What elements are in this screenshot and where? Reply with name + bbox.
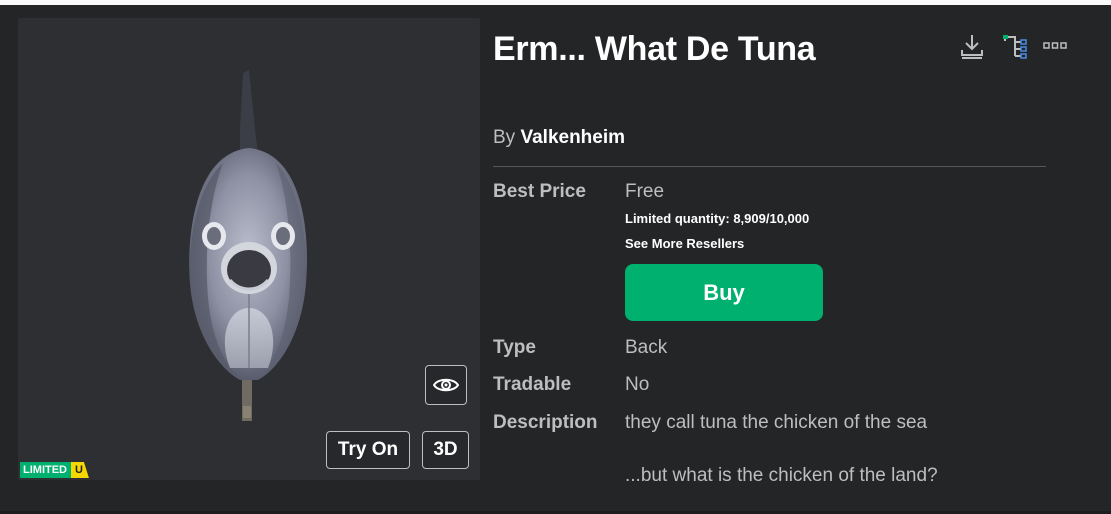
- preview-eye-button[interactable]: [425, 365, 467, 405]
- item-title: Erm... What De Tuna: [493, 30, 816, 68]
- limited-quantity-text: Limited quantity: 8,909/10,000: [625, 211, 810, 226]
- limited-unique-badge: LIMITED U: [20, 462, 89, 478]
- creator-byline: By Valkenheim: [493, 127, 625, 149]
- item-thumbnail-panel: Try On 3D LIMITED U: [18, 18, 480, 480]
- try-on-button[interactable]: Try On: [326, 431, 410, 469]
- tradable-value: No: [625, 374, 650, 395]
- hierarchy-icon[interactable]: [1001, 32, 1029, 60]
- tradable-label: Tradable: [493, 374, 572, 395]
- type-label: Type: [493, 337, 536, 358]
- by-label: By: [493, 127, 516, 148]
- 3d-view-button[interactable]: 3D: [422, 431, 469, 469]
- unique-badge-label: U: [71, 462, 89, 478]
- best-price-label: Best Price: [493, 181, 586, 202]
- price-value: Free: [625, 181, 665, 202]
- top-edge: [0, 0, 1111, 5]
- creator-link[interactable]: Valkenheim: [520, 127, 625, 148]
- buy-button[interactable]: Buy: [625, 264, 823, 321]
- see-more-resellers-link[interactable]: See More Resellers: [625, 236, 744, 251]
- title-divider: [493, 166, 1046, 167]
- download-icon[interactable]: [958, 32, 986, 60]
- more-icon[interactable]: [1043, 40, 1067, 52]
- description-line-2: ...but what is the chicken of the land?: [625, 465, 938, 486]
- type-value: Back: [625, 337, 668, 358]
- item-thumbnail-image: [189, 70, 307, 421]
- description-line-1: they call tuna the chicken of the sea: [625, 412, 928, 433]
- description-label: Description: [493, 412, 598, 433]
- limited-badge-label: LIMITED: [20, 462, 71, 478]
- eye-icon: [433, 378, 459, 392]
